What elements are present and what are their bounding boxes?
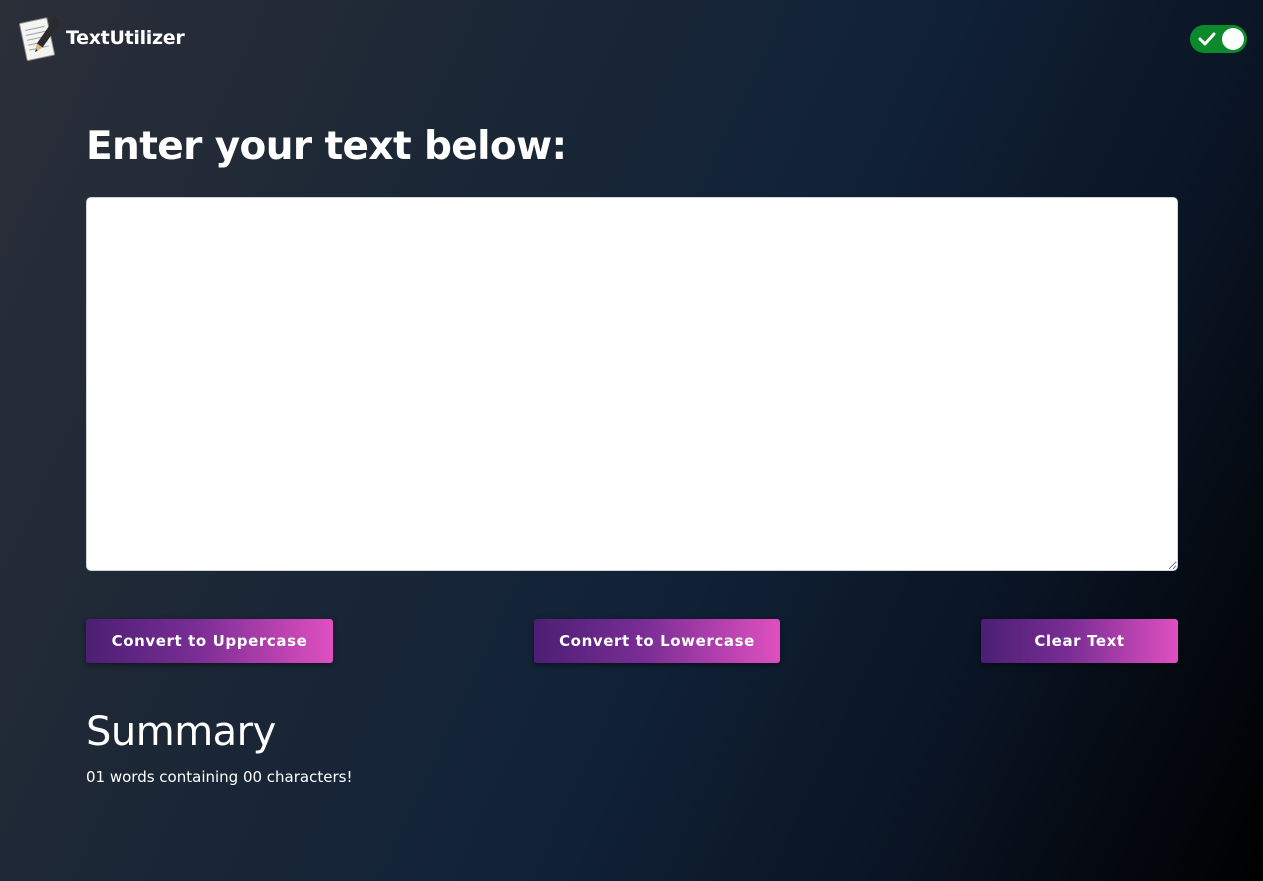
clear-text-button[interactable]: Clear Text xyxy=(981,619,1178,663)
convert-uppercase-button[interactable]: Convert to Uppercase xyxy=(86,619,333,663)
navbar: TextUtilizer xyxy=(0,0,1263,76)
convert-lowercase-button[interactable]: Convert to Lowercase xyxy=(534,619,780,663)
checkmark-icon xyxy=(1198,32,1216,46)
toggle-knob xyxy=(1222,28,1244,50)
text-input[interactable] xyxy=(86,197,1178,571)
notepad-pencil-icon xyxy=(19,17,59,62)
brand[interactable]: TextUtilizer xyxy=(17,14,185,64)
summary-title: Summary xyxy=(86,709,276,755)
dark-mode-toggle[interactable] xyxy=(1190,25,1247,53)
text-input-container xyxy=(86,197,1178,571)
brand-name: TextUtilizer xyxy=(66,27,185,49)
page-heading: Enter your text below: xyxy=(86,124,567,169)
summary-text: 01 words containing 00 characters! xyxy=(86,768,353,786)
